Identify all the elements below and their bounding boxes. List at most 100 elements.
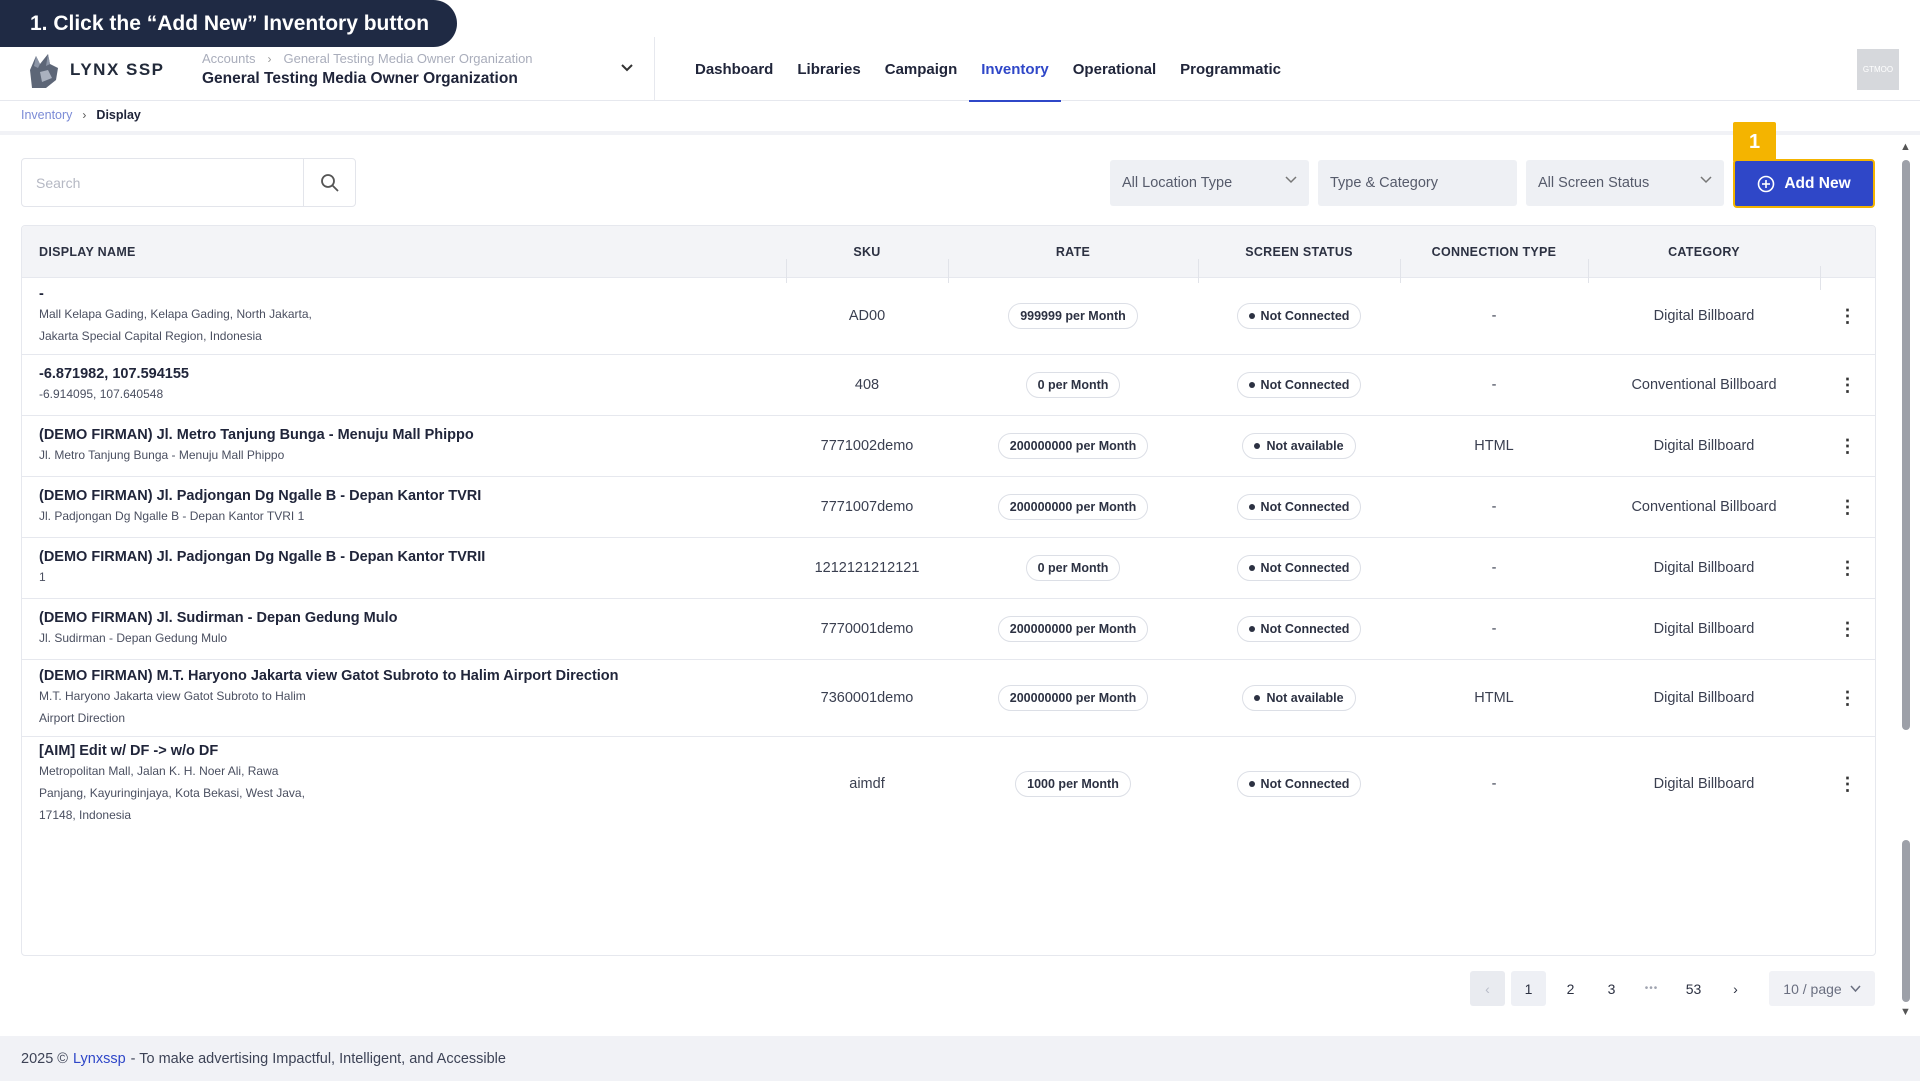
page-size-select[interactable]: 10 / page (1769, 971, 1875, 1006)
table-row[interactable]: (DEMO FIRMAN) M.T. Haryono Jakarta view … (22, 660, 1875, 737)
status-cell: Not Connected (1198, 771, 1400, 797)
display-name-cell: (DEMO FIRMAN) Jl. Padjongan Dg Ngalle B … (22, 488, 786, 526)
screen-status-select[interactable]: All Screen Status (1526, 160, 1724, 206)
category-cell: Conventional Billboard (1631, 377, 1777, 393)
row-actions-cell: ⋮ (1820, 774, 1875, 795)
display-address: 1 (39, 570, 46, 584)
more-vertical-icon[interactable]: ⋮ (1839, 688, 1857, 709)
footer-brand-link[interactable]: Lynxssp (73, 1051, 126, 1067)
more-vertical-icon[interactable]: ⋮ (1839, 306, 1857, 327)
row-actions-cell: ⋮ (1820, 306, 1875, 327)
connection-type-cell: - (1491, 621, 1497, 637)
display-address: Panjang, Kayuringinjaya, Kota Bekasi, We… (39, 786, 305, 800)
table-row[interactable]: (DEMO FIRMAN) Jl. Metro Tanjung Bunga - … (22, 416, 1875, 477)
nav-dashboard[interactable]: Dashboard (683, 37, 785, 101)
page-ellipsis[interactable]: ••• (1634, 971, 1669, 1006)
status-badge: Not Connected (1236, 616, 1362, 642)
org-breadcrumb-accounts[interactable]: Accounts (202, 51, 255, 66)
scroll-up-arrow[interactable]: ▲ (1900, 141, 1911, 153)
chevron-down-icon (1700, 176, 1712, 184)
section-divider (0, 131, 1920, 135)
col-sku[interactable]: SKU (786, 245, 948, 283)
display-name[interactable]: (DEMO FIRMAN) Jl. Sudirman - Depan Gedun… (39, 610, 397, 626)
sku-cell: aimdf (849, 776, 885, 792)
nav-libraries[interactable]: Libraries (785, 37, 872, 101)
app-logo[interactable]: LYNX SSP (26, 50, 165, 90)
nav-inventory[interactable]: Inventory (969, 37, 1061, 102)
connection-type-cell: - (1491, 308, 1497, 324)
organization-switcher[interactable]: Accounts › General Testing Media Owner O… (202, 51, 634, 88)
row-actions-cell: ⋮ (1820, 375, 1875, 396)
col-screen-status[interactable]: SCREEN STATUS (1198, 245, 1400, 283)
location-type-select[interactable]: All Location Type (1110, 160, 1309, 206)
status-badge: Not available (1242, 685, 1356, 711)
rate-cell: 200000000 per Month (948, 494, 1198, 520)
sku-cell: 7771007demo (820, 499, 914, 515)
page-3[interactable]: 3 (1594, 971, 1629, 1006)
display-address: Mall Kelapa Gading, Kelapa Gading, North… (39, 307, 312, 321)
chevron-down-icon[interactable] (620, 63, 634, 73)
col-display-name[interactable]: DISPLAY NAME (22, 245, 786, 259)
page-53[interactable]: 53 (1676, 971, 1711, 1006)
nav-campaign[interactable]: Campaign (873, 37, 970, 101)
display-name[interactable]: (DEMO FIRMAN) Jl. Padjongan Dg Ngalle B … (39, 549, 485, 565)
inventory-table: DISPLAY NAME SKU RATE SCREEN STATUS CONN… (21, 225, 1876, 956)
avatar[interactable]: GTMOO (1857, 49, 1899, 90)
status-text: Not Connected (1260, 500, 1350, 514)
table-row[interactable]: (DEMO FIRMAN) Jl. Sudirman - Depan Gedun… (22, 599, 1875, 660)
scrollbar-thumb-lower[interactable] (1902, 840, 1910, 1002)
display-address: Jl. Sudirman - Depan Gedung Mulo (39, 631, 228, 645)
table-row[interactable]: (DEMO FIRMAN) Jl. Padjongan Dg Ngalle B … (22, 477, 1875, 538)
display-name[interactable]: [AIM] Edit w/ DF -> w/o DF (39, 743, 218, 759)
more-vertical-icon[interactable]: ⋮ (1839, 619, 1857, 640)
scroll-down-arrow[interactable]: ▼ (1900, 1006, 1911, 1018)
rate-pill: 1000 per Month (1015, 771, 1131, 797)
rate-cell: 200000000 per Month (948, 433, 1198, 459)
more-vertical-icon[interactable]: ⋮ (1839, 497, 1857, 518)
page-1[interactable]: 1 (1511, 971, 1546, 1006)
table-row[interactable]: -6.871982, 107.594155 -6.914095, 107.640… (22, 355, 1875, 416)
display-address: -6.914095, 107.640548 (39, 387, 164, 401)
more-vertical-icon[interactable]: ⋮ (1839, 774, 1857, 795)
display-name[interactable]: (DEMO FIRMAN) Jl. Padjongan Dg Ngalle B … (39, 488, 481, 504)
display-address: Airport Direction (39, 711, 126, 725)
display-name[interactable]: -6.871982, 107.594155 (39, 366, 189, 382)
more-vertical-icon[interactable]: ⋮ (1839, 436, 1857, 457)
display-name[interactable]: (DEMO FIRMAN) M.T. Haryono Jakarta view … (39, 668, 619, 684)
more-vertical-icon[interactable]: ⋮ (1839, 375, 1857, 396)
connection-type-cell: HTML (1474, 438, 1514, 454)
search-button[interactable] (303, 159, 355, 206)
next-page-button[interactable]: › (1718, 971, 1753, 1006)
nav-programmatic[interactable]: Programmatic (1168, 37, 1293, 101)
status-cell: Not Connected (1198, 616, 1400, 642)
connection-type-cell: - (1491, 499, 1497, 515)
table-row[interactable]: (DEMO FIRMAN) Jl. Padjongan Dg Ngalle B … (22, 538, 1875, 599)
table-row[interactable]: - Mall Kelapa Gading, Kelapa Gading, Nor… (22, 278, 1875, 355)
page-2[interactable]: 2 (1553, 971, 1588, 1006)
connection-type-cell: HTML (1474, 690, 1514, 706)
org-breadcrumb-org[interactable]: General Testing Media Owner Organization (283, 51, 532, 66)
display-name-cell: - Mall Kelapa Gading, Kelapa Gading, Nor… (22, 286, 786, 346)
prev-page-button[interactable]: ‹ (1470, 971, 1505, 1006)
search-input[interactable] (22, 159, 303, 206)
display-name[interactable]: - (39, 286, 44, 302)
add-new-button[interactable]: Add New (1733, 159, 1875, 208)
col-category[interactable]: CATEGORY (1588, 245, 1820, 283)
display-name-cell: (DEMO FIRMAN) M.T. Haryono Jakarta view … (22, 668, 786, 728)
more-vertical-icon[interactable]: ⋮ (1839, 558, 1857, 579)
footer-tagline: - To make advertising Impactful, Intelli… (130, 1050, 506, 1067)
row-actions-cell: ⋮ (1820, 619, 1875, 640)
breadcrumb-inventory[interactable]: Inventory (21, 108, 72, 122)
status-badge: Not Connected (1236, 372, 1362, 398)
scrollbar-thumb[interactable] (1902, 160, 1910, 730)
type-category-select[interactable]: Type & Category (1318, 160, 1517, 206)
rate-cell: 0 per Month (948, 372, 1198, 398)
nav-operational[interactable]: Operational (1061, 37, 1168, 101)
display-name[interactable]: (DEMO FIRMAN) Jl. Metro Tanjung Bunga - … (39, 427, 474, 443)
category-cell: Digital Billboard (1653, 308, 1755, 324)
connection-type-cell: - (1491, 377, 1497, 393)
col-rate[interactable]: RATE (948, 245, 1198, 283)
col-connection-type[interactable]: CONNECTION TYPE (1400, 245, 1588, 283)
table-row[interactable]: [AIM] Edit w/ DF -> w/o DF Metropolitan … (22, 737, 1875, 831)
connection-type-cell: - (1491, 560, 1497, 576)
